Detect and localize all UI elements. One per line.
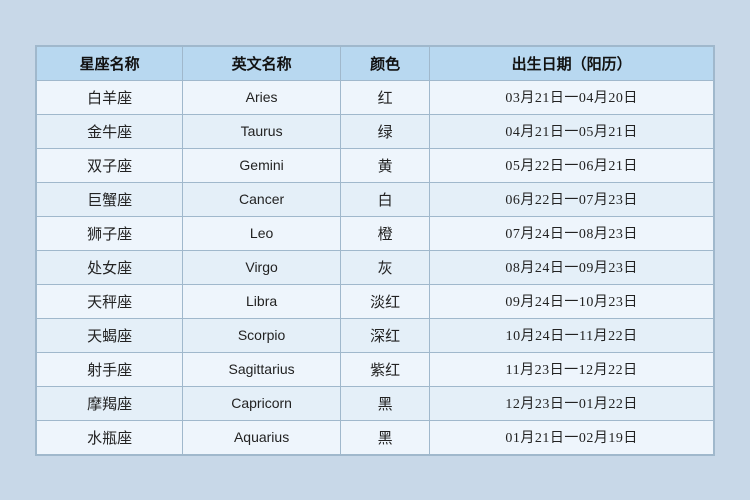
cell-en: Leo — [183, 216, 341, 250]
cell-zh: 摩羯座 — [37, 386, 183, 420]
cell-zh: 水瓶座 — [37, 420, 183, 454]
table-header-row: 星座名称 英文名称 颜色 出生日期（阳历） — [37, 46, 714, 80]
cell-date: 12月23日一01月22日 — [430, 386, 714, 420]
cell-zh: 巨蟹座 — [37, 182, 183, 216]
cell-date: 07月24日一08月23日 — [430, 216, 714, 250]
cell-date: 04月21日一05月21日 — [430, 114, 714, 148]
cell-date: 11月23日一12月22日 — [430, 352, 714, 386]
cell-zh: 天秤座 — [37, 284, 183, 318]
cell-zh: 双子座 — [37, 148, 183, 182]
zodiac-table-container: 星座名称 英文名称 颜色 出生日期（阳历） 白羊座Aries红03月21日一04… — [35, 45, 715, 456]
cell-en: Cancer — [183, 182, 341, 216]
table-row: 双子座Gemini黄05月22日一06月21日 — [37, 148, 714, 182]
zodiac-table: 星座名称 英文名称 颜色 出生日期（阳历） 白羊座Aries红03月21日一04… — [36, 46, 714, 455]
header-date: 出生日期（阳历） — [430, 46, 714, 80]
cell-zh: 狮子座 — [37, 216, 183, 250]
cell-zh: 白羊座 — [37, 80, 183, 114]
cell-color: 深红 — [341, 318, 430, 352]
cell-date: 09月24日一10月23日 — [430, 284, 714, 318]
table-row: 白羊座Aries红03月21日一04月20日 — [37, 80, 714, 114]
table-row: 金牛座Taurus绿04月21日一05月21日 — [37, 114, 714, 148]
cell-en: Aquarius — [183, 420, 341, 454]
cell-color: 白 — [341, 182, 430, 216]
cell-en: Taurus — [183, 114, 341, 148]
header-color: 颜色 — [341, 46, 430, 80]
table-row: 处女座Virgo灰08月24日一09月23日 — [37, 250, 714, 284]
table-row: 天蝎座Scorpio深红10月24日一11月22日 — [37, 318, 714, 352]
cell-date: 05月22日一06月21日 — [430, 148, 714, 182]
cell-en: Capricorn — [183, 386, 341, 420]
cell-color: 黑 — [341, 386, 430, 420]
cell-en: Sagittarius — [183, 352, 341, 386]
cell-en: Gemini — [183, 148, 341, 182]
cell-color: 红 — [341, 80, 430, 114]
cell-color: 橙 — [341, 216, 430, 250]
cell-en: Virgo — [183, 250, 341, 284]
cell-date: 10月24日一11月22日 — [430, 318, 714, 352]
header-en: 英文名称 — [183, 46, 341, 80]
cell-en: Scorpio — [183, 318, 341, 352]
cell-date: 01月21日一02月19日 — [430, 420, 714, 454]
cell-en: Libra — [183, 284, 341, 318]
table-row: 摩羯座Capricorn黑12月23日一01月22日 — [37, 386, 714, 420]
table-row: 水瓶座Aquarius黑01月21日一02月19日 — [37, 420, 714, 454]
cell-color: 紫红 — [341, 352, 430, 386]
cell-zh: 天蝎座 — [37, 318, 183, 352]
cell-date: 03月21日一04月20日 — [430, 80, 714, 114]
header-zh: 星座名称 — [37, 46, 183, 80]
cell-color: 绿 — [341, 114, 430, 148]
cell-date: 06月22日一07月23日 — [430, 182, 714, 216]
table-row: 巨蟹座Cancer白06月22日一07月23日 — [37, 182, 714, 216]
cell-zh: 射手座 — [37, 352, 183, 386]
cell-color: 淡红 — [341, 284, 430, 318]
cell-color: 灰 — [341, 250, 430, 284]
table-row: 射手座Sagittarius紫红11月23日一12月22日 — [37, 352, 714, 386]
table-row: 狮子座Leo橙07月24日一08月23日 — [37, 216, 714, 250]
table-row: 天秤座Libra淡红09月24日一10月23日 — [37, 284, 714, 318]
cell-color: 黄 — [341, 148, 430, 182]
cell-zh: 金牛座 — [37, 114, 183, 148]
cell-date: 08月24日一09月23日 — [430, 250, 714, 284]
cell-zh: 处女座 — [37, 250, 183, 284]
cell-color: 黑 — [341, 420, 430, 454]
cell-en: Aries — [183, 80, 341, 114]
